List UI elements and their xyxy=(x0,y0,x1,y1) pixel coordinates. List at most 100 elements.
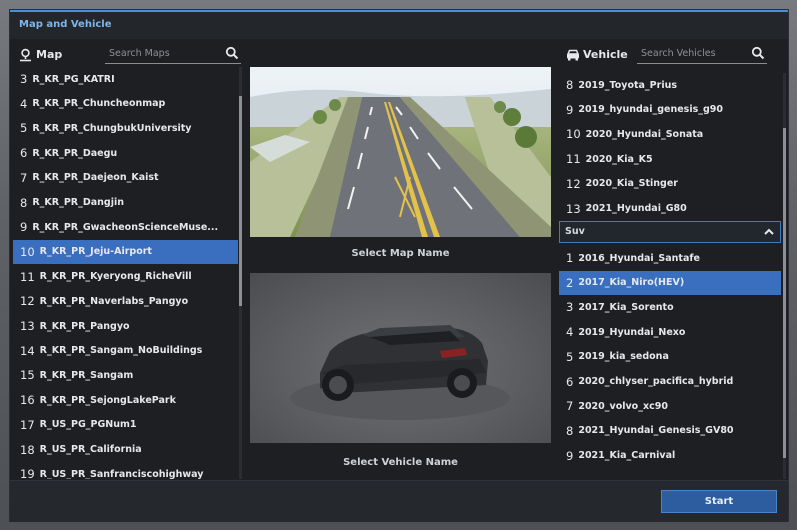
vehicle-search-input[interactable] xyxy=(641,46,751,60)
list-item[interactable]: 4 R_KR_PR_Chuncheonmap xyxy=(13,92,238,116)
list-item[interactable]: 13 R_KR_PR_Pangyo xyxy=(13,314,238,338)
item-number: 9 xyxy=(20,220,28,235)
list-item[interactable]: 6 R_KR_PR_Daegu xyxy=(13,141,238,165)
vehicle-search[interactable] xyxy=(637,45,767,64)
list-item[interactable]: 8 2019_Toyota_Prius xyxy=(559,73,781,97)
list-item[interactable]: 17 R_US_PG_PGNum1 xyxy=(13,413,238,437)
map-panel-header: Map xyxy=(10,44,242,66)
item-name: R_KR_PR_Kyeryong_RicheVill xyxy=(39,271,192,283)
list-item[interactable]: 11 2020_Kia_K5 xyxy=(559,147,781,171)
list-item[interactable]: 5 2019_kia_sedona xyxy=(559,345,781,369)
item-number: 11 xyxy=(20,269,35,284)
list-item[interactable]: 1 2016_Hyundai_Santafe xyxy=(559,246,781,270)
item-name: 2019_kia_sedona xyxy=(578,351,669,363)
list-item[interactable]: 13 2021_Hyundai_G80 xyxy=(559,197,781,220)
list-item[interactable]: 18 R_US_PR_California xyxy=(13,438,238,462)
list-item[interactable]: 10 2020_Hyundai_Sonata xyxy=(559,122,781,146)
list-item[interactable]: 2 2017_Kia_Niro(HEV) xyxy=(559,270,781,295)
category-header-suv[interactable]: Suv xyxy=(559,221,781,243)
list-item[interactable]: 7 2020_volvo_xc90 xyxy=(559,394,781,418)
vehicle-panel-header: Vehicle xyxy=(559,44,784,66)
vehicle-preview-caption: Select Vehicle Name xyxy=(343,457,458,468)
map-pin-icon xyxy=(20,48,31,62)
vehicle-preview-image xyxy=(250,273,551,443)
search-icon[interactable] xyxy=(751,46,765,60)
item-name: 2020_Kia_Stinger xyxy=(585,178,678,190)
item-number: 19 xyxy=(20,467,35,479)
map-preview-image xyxy=(250,67,551,237)
list-item[interactable]: 3 R_KR_PG_KATRI xyxy=(13,67,238,91)
list-item[interactable]: 9 R_KR_PR_GwacheonScienceMuse... xyxy=(13,215,238,239)
item-number: 6 xyxy=(566,374,574,389)
category-label: Suv xyxy=(565,226,585,237)
item-number: 10 xyxy=(566,127,581,142)
list-item[interactable]: 4 2019_Hyundai_Nexo xyxy=(559,320,781,344)
car-icon xyxy=(566,49,580,61)
item-number: 15 xyxy=(20,368,35,383)
item-number: 2 xyxy=(566,275,574,290)
list-item[interactable]: 14 R_KR_PR_Sangam_NoBuildings xyxy=(13,339,238,363)
item-name: 2019_hyundai_genesis_g90 xyxy=(578,104,724,116)
item-name: R_KR_PR_Naverlabs_Pangyo xyxy=(39,295,189,307)
start-button[interactable]: Start xyxy=(661,490,777,513)
vehicle-panel-label: Vehicle xyxy=(583,48,628,61)
list-item[interactable]: 6 2020_chlyser_pacifica_hybrid xyxy=(559,370,781,394)
item-name: 2017_Kia_Niro(HEV) xyxy=(578,277,685,289)
list-item[interactable]: 9 2019_hyundai_genesis_g90 xyxy=(559,98,781,122)
map-list: 3 R_KR_PG_KATRI 4 R_KR_PR_Chuncheonmap 5 R_KR… xyxy=(13,67,238,479)
item-name: R_US_PG_PGNum1 xyxy=(39,419,137,431)
list-item[interactable]: 7 R_KR_PR_Daejeon_Kaist xyxy=(13,166,238,190)
item-number: 3 xyxy=(20,72,28,86)
list-item[interactable]: 8 R_KR_PR_Dangjin xyxy=(13,191,238,215)
item-name: R_KR_PG_KATRI xyxy=(32,73,115,85)
vehicle-scrollbar-thumb[interactable] xyxy=(783,128,786,458)
list-item[interactable]: 19 R_US_PR_Sanfranciscohighway xyxy=(13,462,238,479)
item-number: 9 xyxy=(566,448,574,463)
list-item[interactable]: 15 R_KR_PR_Sangam xyxy=(13,363,238,387)
item-number: 4 xyxy=(20,96,28,111)
map-search[interactable] xyxy=(105,45,241,64)
list-item[interactable]: 8 2021_Hyundai_Genesis_GV80 xyxy=(559,419,781,443)
item-number: 17 xyxy=(20,417,35,432)
list-item[interactable]: 9 2021_Kia_Carnival xyxy=(559,444,781,468)
item-name: R_KR_PR_SejongLakePark xyxy=(39,394,176,406)
item-number: 4 xyxy=(566,325,574,340)
item-number: 9 xyxy=(566,102,574,117)
item-name: R_KR_PR_Dangjin xyxy=(32,197,124,208)
item-name: R_KR_PR_Sangam xyxy=(39,369,134,381)
item-name: 2020_Kia_K5 xyxy=(585,153,653,165)
item-name: R_KR_PR_Pangyo xyxy=(39,320,130,332)
item-name: 2020_volvo_xc90 xyxy=(578,400,668,412)
search-icon[interactable] xyxy=(225,46,239,60)
item-name: 2019_Hyundai_Nexo xyxy=(578,326,686,338)
list-item[interactable]: 11 R_KR_PR_Kyeryong_RicheVill xyxy=(13,265,238,289)
chevron-up-icon[interactable] xyxy=(763,226,775,238)
list-item[interactable]: 5 R_KR_PR_ChungbukUniversity xyxy=(13,116,238,140)
item-number: 12 xyxy=(566,176,581,191)
item-number: 5 xyxy=(566,349,574,364)
item-name: R_KR_PR_Daejeon_Kaist xyxy=(32,172,159,184)
item-number: 11 xyxy=(566,152,581,167)
item-name: 2020_chlyser_pacifica_hybrid xyxy=(578,376,734,387)
map-scrollbar-thumb[interactable] xyxy=(239,96,242,306)
item-name: 2017_Kia_Sorento xyxy=(578,301,674,313)
map-search-input[interactable] xyxy=(109,46,219,60)
item-name: 2019_Toyota_Prius xyxy=(578,79,678,91)
list-item[interactable]: 10 R_KR_PR_Jeju-Airport xyxy=(13,239,238,264)
item-number: 16 xyxy=(20,393,35,408)
title-bar: Map and Vehicle xyxy=(10,10,788,39)
item-name: R_KR_PR_Chuncheonmap xyxy=(32,98,166,110)
list-item[interactable]: 12 R_KR_PR_Naverlabs_Pangyo xyxy=(13,289,238,313)
item-number: 13 xyxy=(20,319,35,333)
dialog-title: Map and Vehicle xyxy=(19,19,112,30)
list-item[interactable]: 12 2020_Kia_Stinger xyxy=(559,172,781,196)
map-preview-caption: Select Map Name xyxy=(351,248,450,259)
list-item[interactable]: 3 2017_Kia_Sorento xyxy=(559,295,781,319)
item-number: 6 xyxy=(20,146,28,161)
map-panel-label: Map xyxy=(36,48,63,61)
item-number: 5 xyxy=(20,121,28,136)
item-number: 8 xyxy=(566,78,574,92)
item-name: 2021_Hyundai_G80 xyxy=(585,203,687,214)
list-item[interactable]: 16 R_KR_PR_SejongLakePark xyxy=(13,388,238,412)
item-name: 2021_Hyundai_Genesis_GV80 xyxy=(578,425,734,437)
